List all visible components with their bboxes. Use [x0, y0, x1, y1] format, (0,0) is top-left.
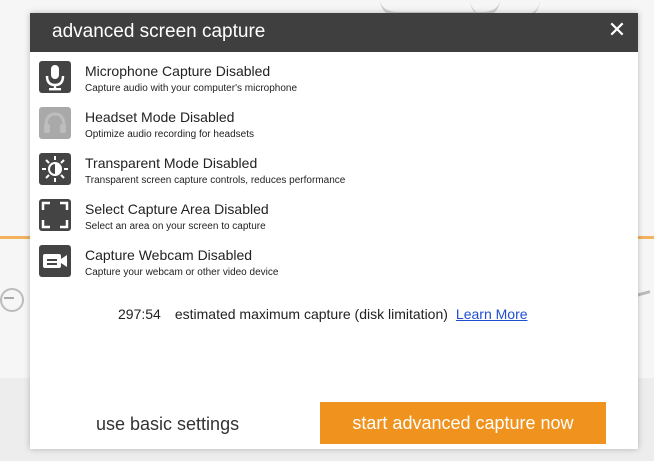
option-description: Select an area on your screen to capture [85, 221, 266, 232]
minus-icon [4, 297, 14, 299]
option-description: Optimize audio recording for headsets [85, 129, 254, 140]
option-description: Capture audio with your computer's micro… [85, 83, 298, 94]
capture-area-option[interactable]: Select Capture Area Disabled Select an a… [30, 197, 638, 243]
headset-icon [39, 107, 71, 139]
estimate-text: estimated maximum capture (disk limitati… [174, 306, 448, 322]
option-title: Capture Webcam Disabled [85, 247, 253, 263]
estimate-time: 297:54 [118, 306, 161, 322]
options-list: Microphone Capture Disabled Capture audi… [30, 59, 638, 289]
start-advanced-capture-button[interactable]: start advanced capture now [320, 402, 606, 444]
advanced-capture-dialog: advanced screen capture ✕ Microphone Cap… [30, 13, 638, 449]
close-icon: ✕ [607, 18, 627, 43]
option-title: Transparent Mode Disabled [85, 155, 258, 171]
use-basic-settings-button[interactable]: use basic settings [96, 414, 239, 435]
option-description: Transparent screen capture controls, red… [85, 175, 346, 186]
capture-area-icon [39, 199, 71, 231]
microphone-icon [39, 61, 71, 93]
capture-estimate: 297:54 estimated maximum capture (disk li… [118, 306, 528, 322]
option-description: Capture your webcam or other video devic… [85, 267, 279, 278]
dialog-title-bar: advanced screen capture ✕ [30, 13, 638, 52]
learn-more-link[interactable]: Learn More [456, 306, 528, 322]
dialog-title: advanced screen capture [52, 21, 266, 42]
zoom-out-icon [0, 288, 24, 312]
microphone-option[interactable]: Microphone Capture Disabled Capture audi… [30, 59, 638, 105]
option-title: Headset Mode Disabled [85, 109, 235, 125]
start-button-label: start advanced capture now [352, 412, 574, 433]
headset-option[interactable]: Headset Mode Disabled Optimize audio rec… [30, 105, 638, 151]
transparent-mode-option[interactable]: Transparent Mode Disabled Transparent sc… [30, 151, 638, 197]
option-title: Select Capture Area Disabled [85, 201, 269, 217]
close-button[interactable]: ✕ [606, 20, 628, 42]
transparent-mode-icon [39, 153, 71, 185]
option-title: Microphone Capture Disabled [85, 63, 271, 79]
webcam-option[interactable]: Capture Webcam Disabled Capture your web… [30, 243, 638, 289]
webcam-icon [39, 245, 71, 277]
